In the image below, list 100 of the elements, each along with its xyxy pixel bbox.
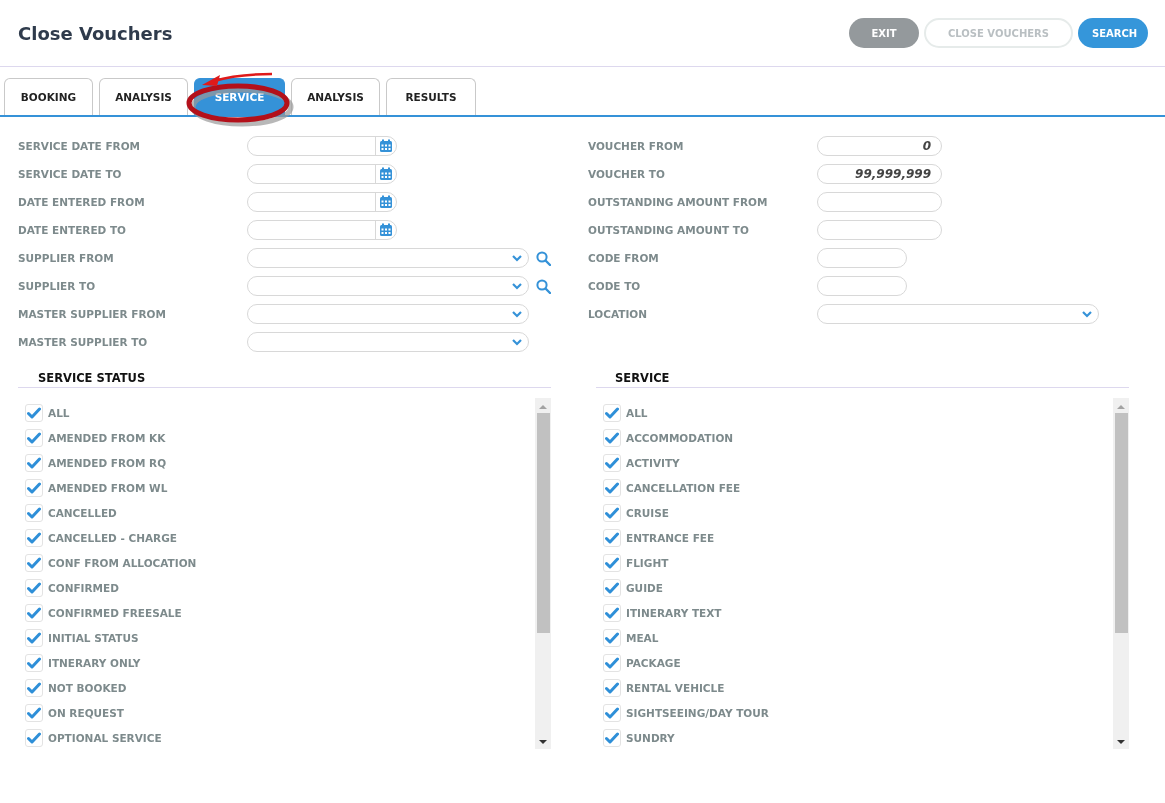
checkbox[interactable] (603, 679, 621, 697)
chevron-down-icon (512, 254, 522, 262)
checkbox[interactable] (603, 629, 621, 647)
dropdown-field[interactable] (247, 276, 529, 296)
checkbox[interactable] (603, 554, 621, 572)
checkbox-label: ACTIVITY (626, 457, 680, 469)
checkbox-label: OPTIONAL SERVICE (48, 732, 162, 744)
checkbox-label: ACCOMMODATION (626, 432, 734, 444)
checkbox[interactable] (25, 679, 43, 697)
scrollbar[interactable] (535, 398, 551, 749)
date-field[interactable] (247, 192, 397, 212)
section-title: SERVICE (614, 371, 671, 387)
chevron-down-icon (512, 310, 522, 318)
tab[interactable]: ANALYSIS (99, 78, 188, 115)
field-label: CODE FROM (588, 251, 660, 266)
checkbox-label: ON REQUEST (48, 707, 124, 719)
checkbox[interactable] (25, 554, 43, 572)
dropdown-field[interactable] (247, 248, 529, 268)
checkbox[interactable] (25, 404, 43, 422)
checkbox-label: ENTRANCE FEE (626, 532, 715, 544)
checkbox[interactable] (603, 404, 621, 422)
calendar-icon[interactable] (379, 195, 393, 209)
field-label: VOUCHER TO (588, 167, 666, 182)
checkbox[interactable] (603, 529, 621, 547)
dropdown-field[interactable] (247, 332, 529, 352)
checkbox-label: MEAL (626, 632, 659, 644)
scroll-down-arrow-icon[interactable] (539, 739, 547, 745)
date-field[interactable] (247, 164, 397, 184)
scroll-up-arrow-icon[interactable] (1117, 404, 1125, 410)
checkbox-label: ITINERARY TEXT (626, 607, 722, 619)
input-field[interactable] (817, 220, 942, 240)
checkbox[interactable] (603, 654, 621, 672)
dropdown-field[interactable] (247, 304, 529, 324)
field-label: SERVICE DATE FROM (18, 139, 142, 154)
calendar-icon[interactable] (379, 167, 393, 181)
field-label: SUPPLIER TO (18, 279, 97, 294)
checkbox-label: INITIAL STATUS (48, 632, 139, 644)
tab[interactable]: ANALYSIS (291, 78, 380, 115)
checkbox[interactable] (25, 529, 43, 547)
checkbox-label: CRUISE (626, 507, 669, 519)
checkbox[interactable] (25, 479, 43, 497)
field-label: DATE ENTERED FROM (18, 195, 146, 210)
checkbox-label: CANCELLED - CHARGE (48, 532, 177, 544)
checkbox-label: FLIGHT (626, 557, 669, 569)
checkbox[interactable] (603, 429, 621, 447)
checkbox-label: GUIDE (626, 582, 663, 594)
checkbox[interactable] (25, 604, 43, 622)
checkbox-label: ALL (48, 407, 70, 419)
checkbox[interactable] (25, 629, 43, 647)
page-title: Close Vouchers (18, 22, 173, 44)
checkbox[interactable] (25, 579, 43, 597)
checkbox-label: PACKAGE (626, 657, 681, 669)
date-field[interactable] (247, 136, 397, 156)
checkbox-label: ALL (626, 407, 648, 419)
search-icon[interactable] (536, 250, 551, 266)
chevron-down-icon (512, 282, 522, 290)
input-field[interactable]: 99,999,999 (817, 164, 942, 184)
checkbox[interactable] (603, 504, 621, 522)
scrollbar[interactable] (1113, 398, 1129, 749)
field-label: DATE ENTERED TO (18, 223, 128, 238)
field-label: SUPPLIER FROM (18, 251, 115, 266)
checkbox-label: CONFIRMED (48, 582, 119, 594)
input-field[interactable]: 0 (817, 136, 942, 156)
checkbox[interactable] (603, 729, 621, 747)
field-label: CODE TO (588, 279, 642, 294)
checkbox[interactable] (25, 654, 43, 672)
checkbox[interactable] (25, 729, 43, 747)
scroll-down-arrow-icon[interactable] (1117, 739, 1125, 745)
checkbox[interactable] (603, 604, 621, 622)
input-field[interactable] (817, 192, 942, 212)
section-title: SERVICE STATUS (37, 371, 147, 387)
calendar-icon[interactable] (379, 223, 393, 237)
search-icon[interactable] (536, 278, 551, 294)
input-field[interactable] (817, 276, 907, 296)
date-field[interactable] (247, 220, 397, 240)
checkbox[interactable] (25, 454, 43, 472)
checkbox-label: SIGHTSEEING/DAY TOUR (626, 707, 769, 719)
tab[interactable]: RESULTS (386, 78, 476, 115)
field-label: OUTSTANDING AMOUNT TO (588, 223, 750, 238)
scroll-up-arrow-icon[interactable] (539, 404, 547, 410)
field-label: OUTSTANDING AMOUNT FROM (588, 195, 769, 210)
checkbox-label: NOT BOOKED (48, 682, 127, 694)
checkbox-label: SUNDRY (626, 732, 675, 744)
calendar-icon[interactable] (379, 139, 393, 153)
checkbox-label: AMENDED FROM KK (48, 432, 166, 444)
checkbox[interactable] (25, 504, 43, 522)
field-label: LOCATION (588, 307, 649, 322)
field-label: MASTER SUPPLIER FROM (18, 307, 167, 322)
checkbox[interactable] (25, 704, 43, 722)
checkbox[interactable] (25, 429, 43, 447)
chevron-down-icon (512, 338, 522, 346)
checkbox-label: CANCELLATION FEE (626, 482, 741, 494)
checkbox-label: AMENDED FROM RQ (48, 457, 167, 469)
checkbox[interactable] (603, 704, 621, 722)
dropdown-field[interactable] (817, 304, 1099, 324)
checkbox[interactable] (603, 579, 621, 597)
tab[interactable]: BOOKING (4, 78, 93, 115)
checkbox[interactable] (603, 454, 621, 472)
input-field[interactable] (817, 248, 907, 268)
checkbox[interactable] (603, 479, 621, 497)
